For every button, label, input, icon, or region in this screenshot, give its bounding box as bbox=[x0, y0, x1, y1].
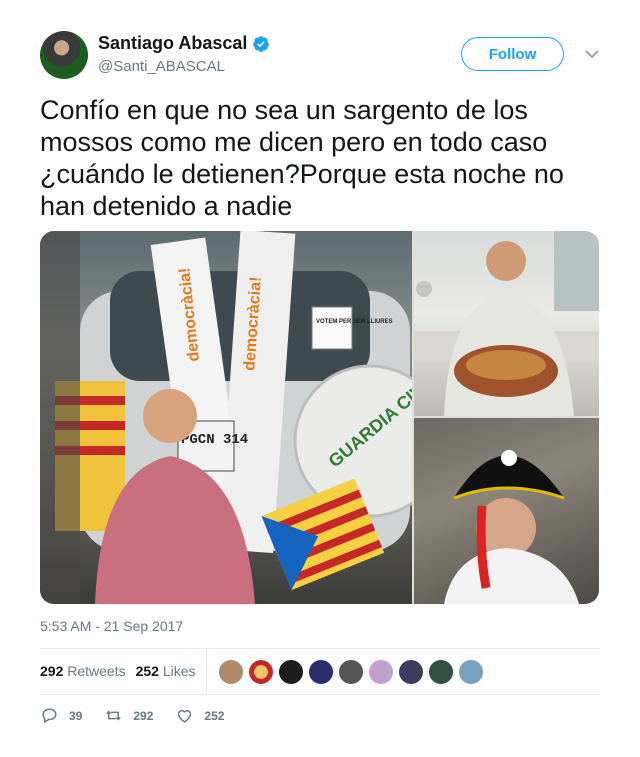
liker-avatar[interactable] bbox=[308, 659, 334, 685]
liker-avatar[interactable] bbox=[218, 659, 244, 685]
reply-action[interactable]: 39 bbox=[40, 706, 82, 725]
like-count: 252 bbox=[204, 708, 225, 723]
liker-avatar[interactable] bbox=[338, 659, 364, 685]
media-photo-pirate[interactable] bbox=[414, 418, 599, 604]
tweet-media[interactable]: GUARDIA CIVIL democràcia! democràcia! VO… bbox=[40, 231, 599, 604]
likes-stat[interactable]: 252 Likes bbox=[136, 663, 196, 679]
reply-count: 39 bbox=[69, 708, 83, 723]
media-photo-protest[interactable]: GUARDIA CIVIL democràcia! democràcia! VO… bbox=[40, 231, 412, 604]
verified-badge-icon bbox=[253, 35, 270, 52]
likers-avatars bbox=[218, 659, 484, 685]
divider-top bbox=[40, 648, 600, 649]
follow-button[interactable]: Follow bbox=[461, 37, 564, 71]
engagement-stats: 292 Retweets 252 Likes bbox=[40, 663, 196, 679]
retweets-stat[interactable]: 292 Retweets bbox=[40, 663, 126, 679]
like-action[interactable]: 252 bbox=[175, 706, 224, 725]
likes-count: 252 bbox=[135, 663, 159, 679]
retweets-label: Retweets bbox=[67, 663, 126, 679]
likes-label: Likes bbox=[162, 663, 196, 679]
retweet-count: 292 bbox=[133, 708, 154, 723]
heart-icon[interactable] bbox=[175, 706, 194, 725]
tweet-timestamp[interactable]: 5:53 AM - 21 Sep 2017 bbox=[40, 618, 183, 634]
retweet-icon[interactable] bbox=[104, 706, 123, 725]
sign-text: VOTEM PER SER LLIURES bbox=[316, 319, 393, 325]
liker-avatar[interactable] bbox=[278, 659, 304, 685]
author-avatar[interactable] bbox=[40, 31, 88, 79]
plate-text: PGCN 314 bbox=[181, 432, 248, 448]
divider-bottom bbox=[40, 694, 600, 695]
retweet-action[interactable]: 292 bbox=[104, 706, 153, 725]
liker-avatar[interactable] bbox=[458, 659, 484, 685]
author-name-row[interactable]: Santiago Abascal bbox=[98, 33, 270, 54]
chevron-down-icon[interactable] bbox=[584, 46, 600, 62]
liker-avatar[interactable] bbox=[248, 659, 274, 685]
media-photo-kitchen[interactable] bbox=[414, 231, 599, 416]
tweet-text: Confío en que no sea un sargento de los … bbox=[40, 95, 564, 221]
reply-icon[interactable] bbox=[40, 706, 59, 725]
tweet-actions: 39 292 252 bbox=[40, 706, 246, 725]
liker-avatar[interactable] bbox=[368, 659, 394, 685]
liker-avatar[interactable] bbox=[428, 659, 454, 685]
stats-separator bbox=[206, 649, 207, 694]
retweets-count: 292 bbox=[40, 663, 64, 679]
author-handle[interactable]: @Santi_ABASCAL bbox=[98, 58, 225, 75]
liker-avatar[interactable] bbox=[398, 659, 424, 685]
author-name[interactable]: Santiago Abascal bbox=[98, 33, 247, 54]
